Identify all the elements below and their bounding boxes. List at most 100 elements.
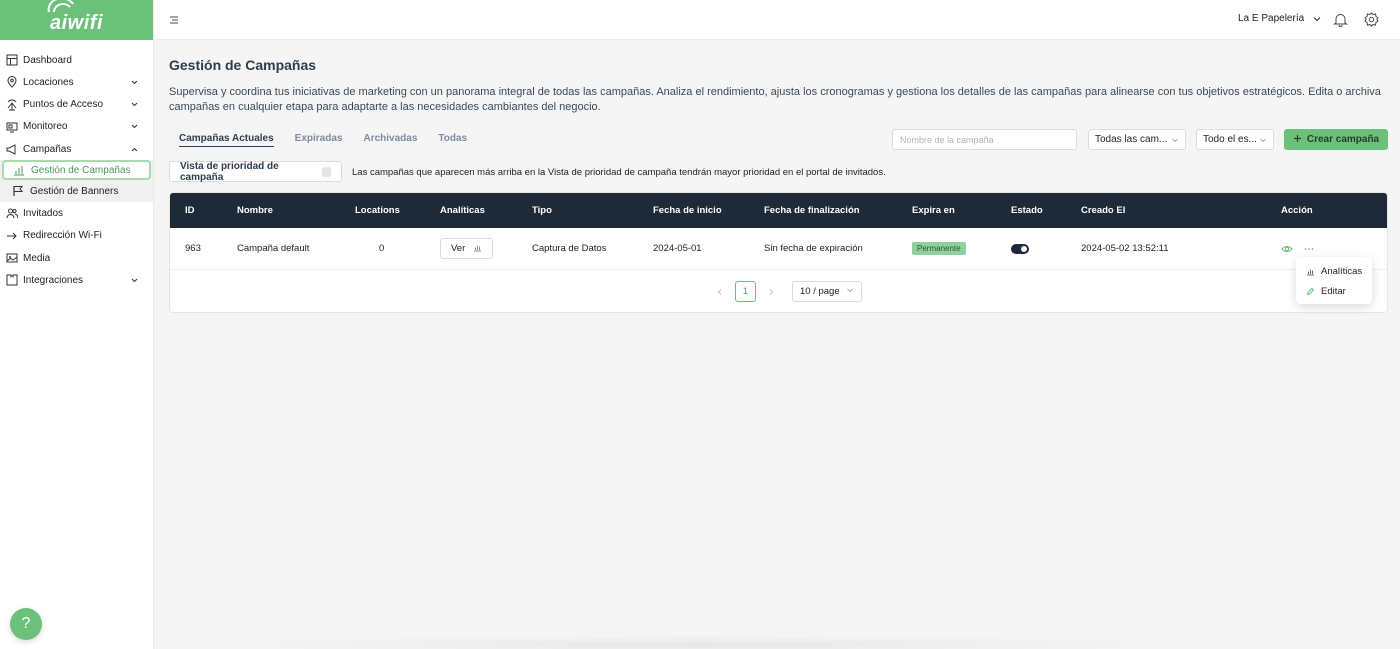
logo-area[interactable]: aiwifi [0,0,153,40]
column-header-created: Creado El [1081,205,1126,216]
campaign-state-select[interactable]: Todo el es... [1196,129,1274,150]
menu-item-label: Editar [1321,285,1346,297]
campaign-type-select[interactable]: Todas las cam... [1088,129,1186,150]
tab-expiradas[interactable]: Expiradas [295,133,343,147]
cell-type: Captura de Datos [532,243,607,254]
next-page-icon[interactable] [761,282,781,302]
page-number[interactable]: 1 [735,281,756,302]
campaigns-table: ID Nombre Locations Analíticas Tipo Fech… [169,192,1388,313]
image-icon [6,252,18,264]
flag-icon [12,185,24,197]
tab-archivadas[interactable]: Archivadas [363,133,417,147]
redirect-icon [6,230,18,242]
priority-view-label: Vista de prioridad de campaña [180,160,279,183]
menu-toggle-icon[interactable] [168,14,180,26]
chart-icon [13,164,25,176]
menu-item-edit[interactable]: Editar [1296,281,1372,301]
priority-view-button[interactable]: Vista de prioridad de campaña [169,160,342,183]
view-analytics-button[interactable]: Ver [440,238,494,259]
column-header-analytics: Analíticas [440,205,485,216]
sidebar-item-label: Dashboard [23,54,72,66]
table-header: ID Nombre Locations Analíticas Tipo Fech… [170,193,1387,228]
view-analytics-label: Ver [451,243,466,254]
campaign-tabs: Campañas Actuales Expiradas Archivadas T… [179,133,488,147]
page-title: Gestión de Campañas [169,57,317,73]
chevron-down-icon [130,78,139,87]
page-size-select[interactable]: 10 / page [792,281,862,302]
sidebar-item-integraciones[interactable]: Integraciones [0,269,153,291]
sidebar-item-media[interactable]: Media [0,247,153,269]
help-label: ? [21,615,31,632]
sidebar: aiwifi Dashboard Locaciones Puntos de Ac… [0,0,154,649]
chevron-down-icon [130,122,139,131]
sidebar-item-label: Puntos de Acceso [23,99,104,111]
organization-name: La E Papelería [1238,13,1305,24]
sidebar-item-label: Media [23,252,51,264]
wifi-logo-icon [47,0,74,12]
sidebar-subitem-label: Gestión de Campañas [31,164,131,176]
router-icon [6,99,18,111]
chevron-down-icon [1171,136,1179,144]
priority-checkbox[interactable] [321,166,331,177]
column-header-locations: Locations [355,205,400,216]
megaphone-icon [6,143,18,155]
pencil-icon [1306,287,1315,296]
users-icon [6,207,18,219]
page-size-value: 10 / page [800,286,840,297]
campaign-search-input[interactable] [892,129,1077,150]
sidebar-item-label: Invitados [23,207,64,219]
table-row: 963 Campaña default 0 Ver Captura de Dat… [170,228,1387,270]
chevron-down-icon [1312,14,1322,24]
sidebar-item-dashboard[interactable]: Dashboard [0,49,153,71]
sidebar-item-locaciones[interactable]: Locaciones [0,71,153,93]
bar-chart-icon [1306,267,1315,276]
column-header-name: Nombre [237,205,273,216]
column-header-id: ID [185,205,195,216]
sidebar-item-label: Campañas [23,143,72,155]
select-value: Todas las cam... [1095,134,1168,145]
chevron-down-icon [130,100,139,109]
create-campaign-label: Crear campaña [1306,134,1380,145]
bottom-shadow [200,635,1200,649]
sidebar-item-campanas[interactable]: Campañas [0,138,153,160]
sidebar-item-monitoreo[interactable]: Monitoreo [0,116,153,138]
sidebar-item-redireccion-wifi[interactable]: Redirección Wi-Fi [0,225,153,247]
prev-page-icon[interactable] [710,282,730,302]
chevron-down-icon [130,276,139,285]
sidebar-item-invitados[interactable]: Invitados [0,202,153,224]
page-description: Supervisa y coordina tus iniciativas de … [169,86,1381,113]
cell-start-date: 2024-05-01 [653,243,702,254]
sidebar-item-label: Integraciones [23,274,84,286]
sidebar-subitem-label: Gestión de Banners [30,185,119,197]
chevron-down-icon [846,286,854,297]
column-header-end: Fecha de finalización [764,205,860,216]
monitor-icon [6,121,18,133]
chevron-down-icon [1259,136,1267,144]
tab-todas[interactable]: Todas [438,133,467,147]
cell-created: 2024-05-02 13:52:11 [1081,243,1169,254]
cell-id: 963 [185,243,201,254]
pagination: 1 10 / page [710,281,862,302]
column-header-expires: Expira en [912,205,955,216]
organization-select[interactable]: La E Papelería [1238,13,1322,24]
puzzle-icon [6,274,18,286]
cell-locations: 0 [379,243,385,254]
cell-state [1011,228,1029,269]
bell-icon[interactable] [1332,12,1349,27]
eye-icon[interactable] [1281,243,1293,255]
logo: aiwifi [47,0,103,35]
create-campaign-button[interactable]: Crear campaña [1284,129,1388,150]
sidebar-item-puntos-de-acceso[interactable]: Puntos de Acceso [0,94,153,116]
state-toggle[interactable] [1011,243,1029,254]
menu-item-analytics[interactable]: Analíticas [1296,261,1372,281]
sidebar-subitem-gestion-banners[interactable]: Gestión de Banners [0,180,153,202]
column-header-action: Acción [1281,205,1313,216]
sidebar-subitem-gestion-campanas[interactable]: Gestión de Campañas [2,160,151,181]
column-header-state: Estado [1011,205,1043,216]
column-header-type: Tipo [532,205,552,216]
gear-icon[interactable] [1364,12,1379,27]
tab-campanas-actuales[interactable]: Campañas Actuales [179,133,274,147]
plus-icon [1293,134,1302,146]
help-button[interactable]: ? [10,608,42,640]
more-options-icon[interactable] [1303,243,1315,255]
